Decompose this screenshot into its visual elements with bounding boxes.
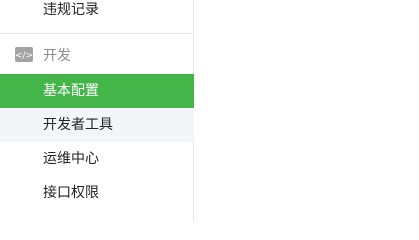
- sidebar-item-label: 基本配置: [43, 83, 99, 99]
- svg-text:</>: </>: [15, 51, 33, 61]
- sidebar-item-label: 违规记录: [43, 2, 99, 18]
- code-icon: </>: [15, 47, 33, 62]
- sidebar-item-api-permissions[interactable]: 接口权限: [0, 176, 194, 210]
- sidebar-item-basic-config[interactable]: 基本配置: [0, 74, 194, 108]
- sidebar-item-label: 接口权限: [43, 185, 99, 201]
- section-label: 开发: [43, 48, 71, 64]
- section-divider: [0, 33, 193, 34]
- sidebar-item-developer-tools[interactable]: 开发者工具: [0, 108, 194, 142]
- sidebar-nav: 违规记录 </> 开发 基本配置 开发者工具 运维中心 接口权限: [0, 0, 194, 222]
- sidebar-item-label: 运维中心: [43, 151, 99, 167]
- sidebar-item-violation-records[interactable]: 违规记录: [0, 0, 194, 27]
- section-header-develop: </> 开发: [0, 40, 194, 72]
- sidebar-item-ops-center[interactable]: 运维中心: [0, 142, 194, 176]
- main-content: [194, 0, 419, 222]
- sidebar-item-label: 开发者工具: [43, 117, 113, 133]
